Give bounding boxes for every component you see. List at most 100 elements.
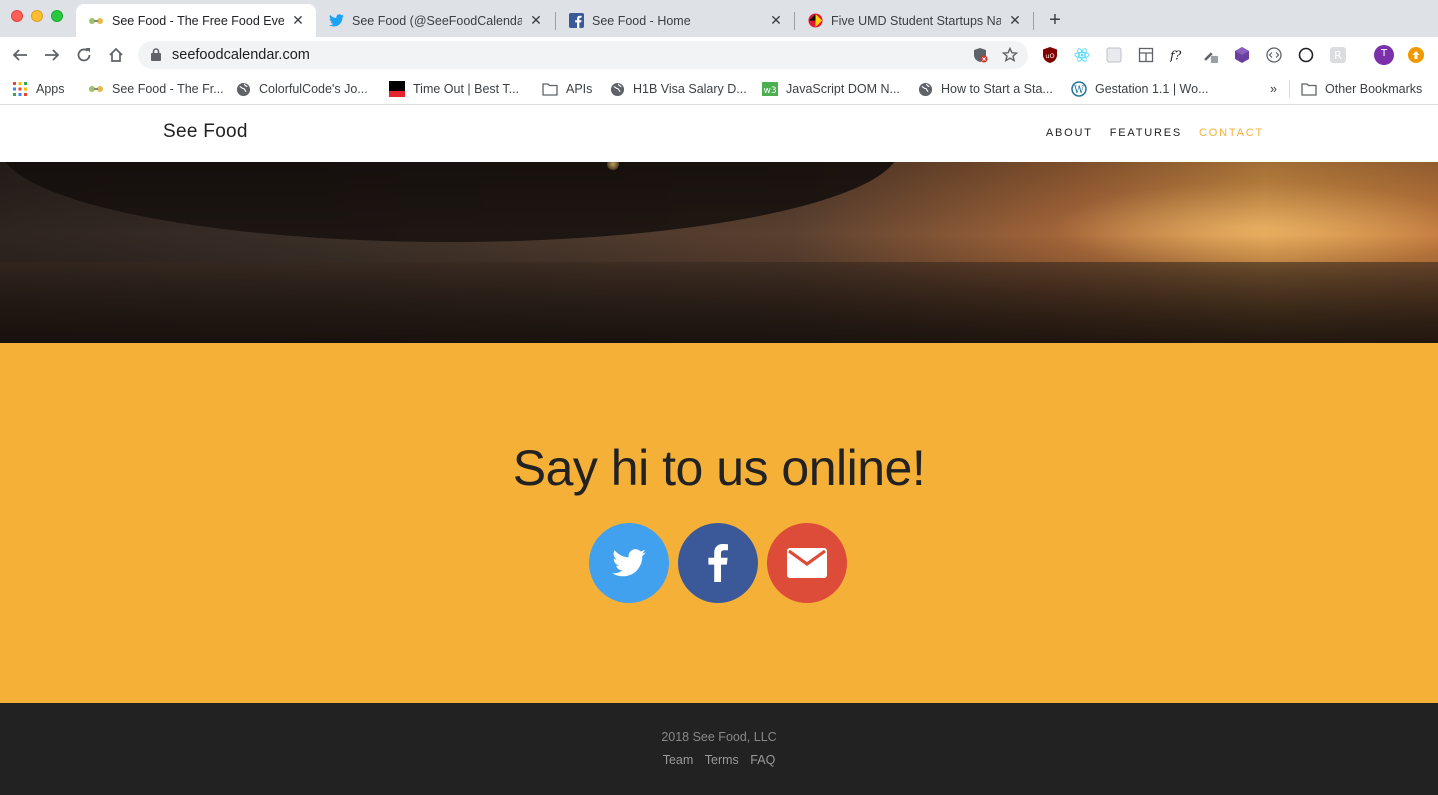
facebook-button[interactable] [678,523,758,603]
globe-icon [917,81,933,97]
globe-icon [609,81,625,97]
browser-tab-twitter[interactable]: See Food (@SeeFoodCalendar) ✕ [316,4,554,37]
address-bar[interactable]: seefoodcalendar.com [138,41,1028,69]
lock-icon [151,48,161,66]
svg-text:f?: f? [1170,47,1182,62]
tab-title: See Food - The Free Food Ever [112,13,284,28]
browser-tab-seefood[interactable]: See Food - The Free Food Ever ✕ [76,4,316,37]
bookmark-startup[interactable]: How to Start a Sta... [917,80,1053,98]
close-icon[interactable]: ✕ [528,12,544,29]
tab-title: See Food - Home [592,13,691,28]
bookmark-seefood[interactable]: See Food - The Fr... [88,80,224,98]
facebook-icon [708,544,728,582]
globe-icon [235,81,251,97]
bookmark-folder-apis[interactable]: APIs [542,80,592,98]
footer-link-faq[interactable]: FAQ [750,753,775,767]
folder-icon [542,81,558,97]
facebook-icon [568,13,584,29]
arrow-left-icon [12,49,27,61]
twitter-icon [328,13,344,29]
twitter-button[interactable] [589,523,669,603]
email-button[interactable] [767,523,847,603]
bookmark-label: ColorfulCode's Jo... [259,82,368,96]
contact-section: Say hi to us online! [0,343,1438,703]
update-icon[interactable] [1408,47,1424,63]
bookmark-label: H1B Visa Salary D... [633,82,747,96]
bookmark-apps[interactable]: Apps [12,80,65,98]
bookmark-gestation[interactable]: W Gestation 1.1 | Wo... [1071,80,1209,98]
site-navbar: See Food About Features Contact [0,105,1438,162]
window-maximize-button[interactable] [51,10,63,22]
bookmark-other[interactable]: Other Bookmarks [1301,80,1422,98]
reload-icon [77,48,91,62]
profile-initial: T [1380,48,1388,59]
apps-grid-icon [12,81,28,97]
nav-link-features[interactable]: Features [1110,127,1182,139]
w3-icon: w3 [762,81,778,97]
close-icon[interactable]: ✕ [1007,12,1023,29]
bookmark-label: APIs [566,82,593,96]
layout-extension-icon[interactable] [1138,47,1154,63]
bookmark-timeout[interactable]: Time Out | Best T... [389,80,519,98]
bookmark-h1b[interactable]: H1B Visa Salary D... [609,80,747,98]
close-icon[interactable]: ✕ [290,12,306,29]
wordpress-icon: W [1071,81,1087,97]
shield-blocked-icon[interactable] [972,47,988,63]
bookmark-colorfulcode[interactable]: ColorfulCode's Jo... [235,80,368,98]
new-tab-button[interactable]: + [1043,8,1067,32]
url-text: seefoodcalendar.com [172,47,310,63]
browser-toolbar: seefoodcalendar.com uO f? R T [0,37,1438,73]
bookmark-label: Time Out | Best T... [413,82,520,96]
reload-button[interactable] [72,43,96,67]
eyedropper-icon[interactable] [1202,47,1218,63]
bookmarks-overflow-button[interactable]: » [1270,80,1277,98]
timeout-icon [389,81,405,97]
home-button[interactable] [104,43,128,67]
ublock-icon[interactable]: uO [1042,47,1058,63]
browser-tab-facebook[interactable]: See Food - Home ✕ [556,4,794,37]
react-devtools-icon[interactable] [1074,47,1090,63]
envelope-icon [787,548,827,578]
nav-link-contact[interactable]: Contact [1199,127,1264,139]
back-button[interactable] [8,43,32,67]
star-icon[interactable] [1001,46,1019,63]
nav-link-about[interactable]: About [1046,127,1093,139]
bookmark-separator [1289,80,1290,98]
arrow-right-icon [45,49,60,61]
tab-title: Five UMD Student Startups Na [831,13,1001,28]
code-extension-icon[interactable] [1266,47,1282,63]
footer-link-terms[interactable]: Terms [705,753,739,767]
site-brand[interactable]: See Food [163,121,248,143]
contact-heading: Say hi to us online! [512,440,926,496]
bookmark-label: How to Start a Sta... [941,82,1053,96]
seefood-icon [88,81,104,97]
cube-extension-icon[interactable] [1234,47,1250,63]
chevron-double-right-icon: » [1270,82,1277,96]
twitter-icon [612,549,646,577]
tab-title: See Food (@SeeFoodCalendar) [352,13,522,28]
r-extension-icon[interactable]: R [1330,47,1346,63]
window-close-button[interactable] [11,10,23,22]
grid-extension-icon[interactable] [1106,47,1122,63]
seefood-icon [88,13,104,29]
window-minimize-button[interactable] [31,10,43,22]
footer-link-team[interactable]: Team [663,753,694,767]
close-icon[interactable]: ✕ [768,12,784,29]
profile-avatar[interactable]: T [1374,45,1394,65]
forward-button[interactable] [40,43,64,67]
site-nav-links: About Features Contact [1046,127,1264,139]
bookmark-label: Other Bookmarks [1325,82,1423,96]
hero-shade [0,162,1438,343]
bookmark-label: Gestation 1.1 | Wo... [1095,82,1209,96]
browser-tab-umd[interactable]: Five UMD Student Startups Na ✕ [795,4,1033,37]
web-page: See Food About Features Contact Say hi t… [0,105,1438,795]
bookmark-js-dom[interactable]: w3 JavaScript DOM N... [762,80,900,98]
browser-tab-strip: See Food - The Free Food Ever ✕ See Food… [0,0,1438,37]
footer-copyright: 2018 See Food, LLC [661,730,777,744]
folder-icon [1301,81,1317,97]
circle-extension-icon[interactable] [1298,47,1314,63]
hero-image [0,162,1438,343]
tab-separator [1033,12,1034,30]
svg-text:w3: w3 [763,86,776,96]
whatfont-icon[interactable]: f? [1170,47,1186,63]
